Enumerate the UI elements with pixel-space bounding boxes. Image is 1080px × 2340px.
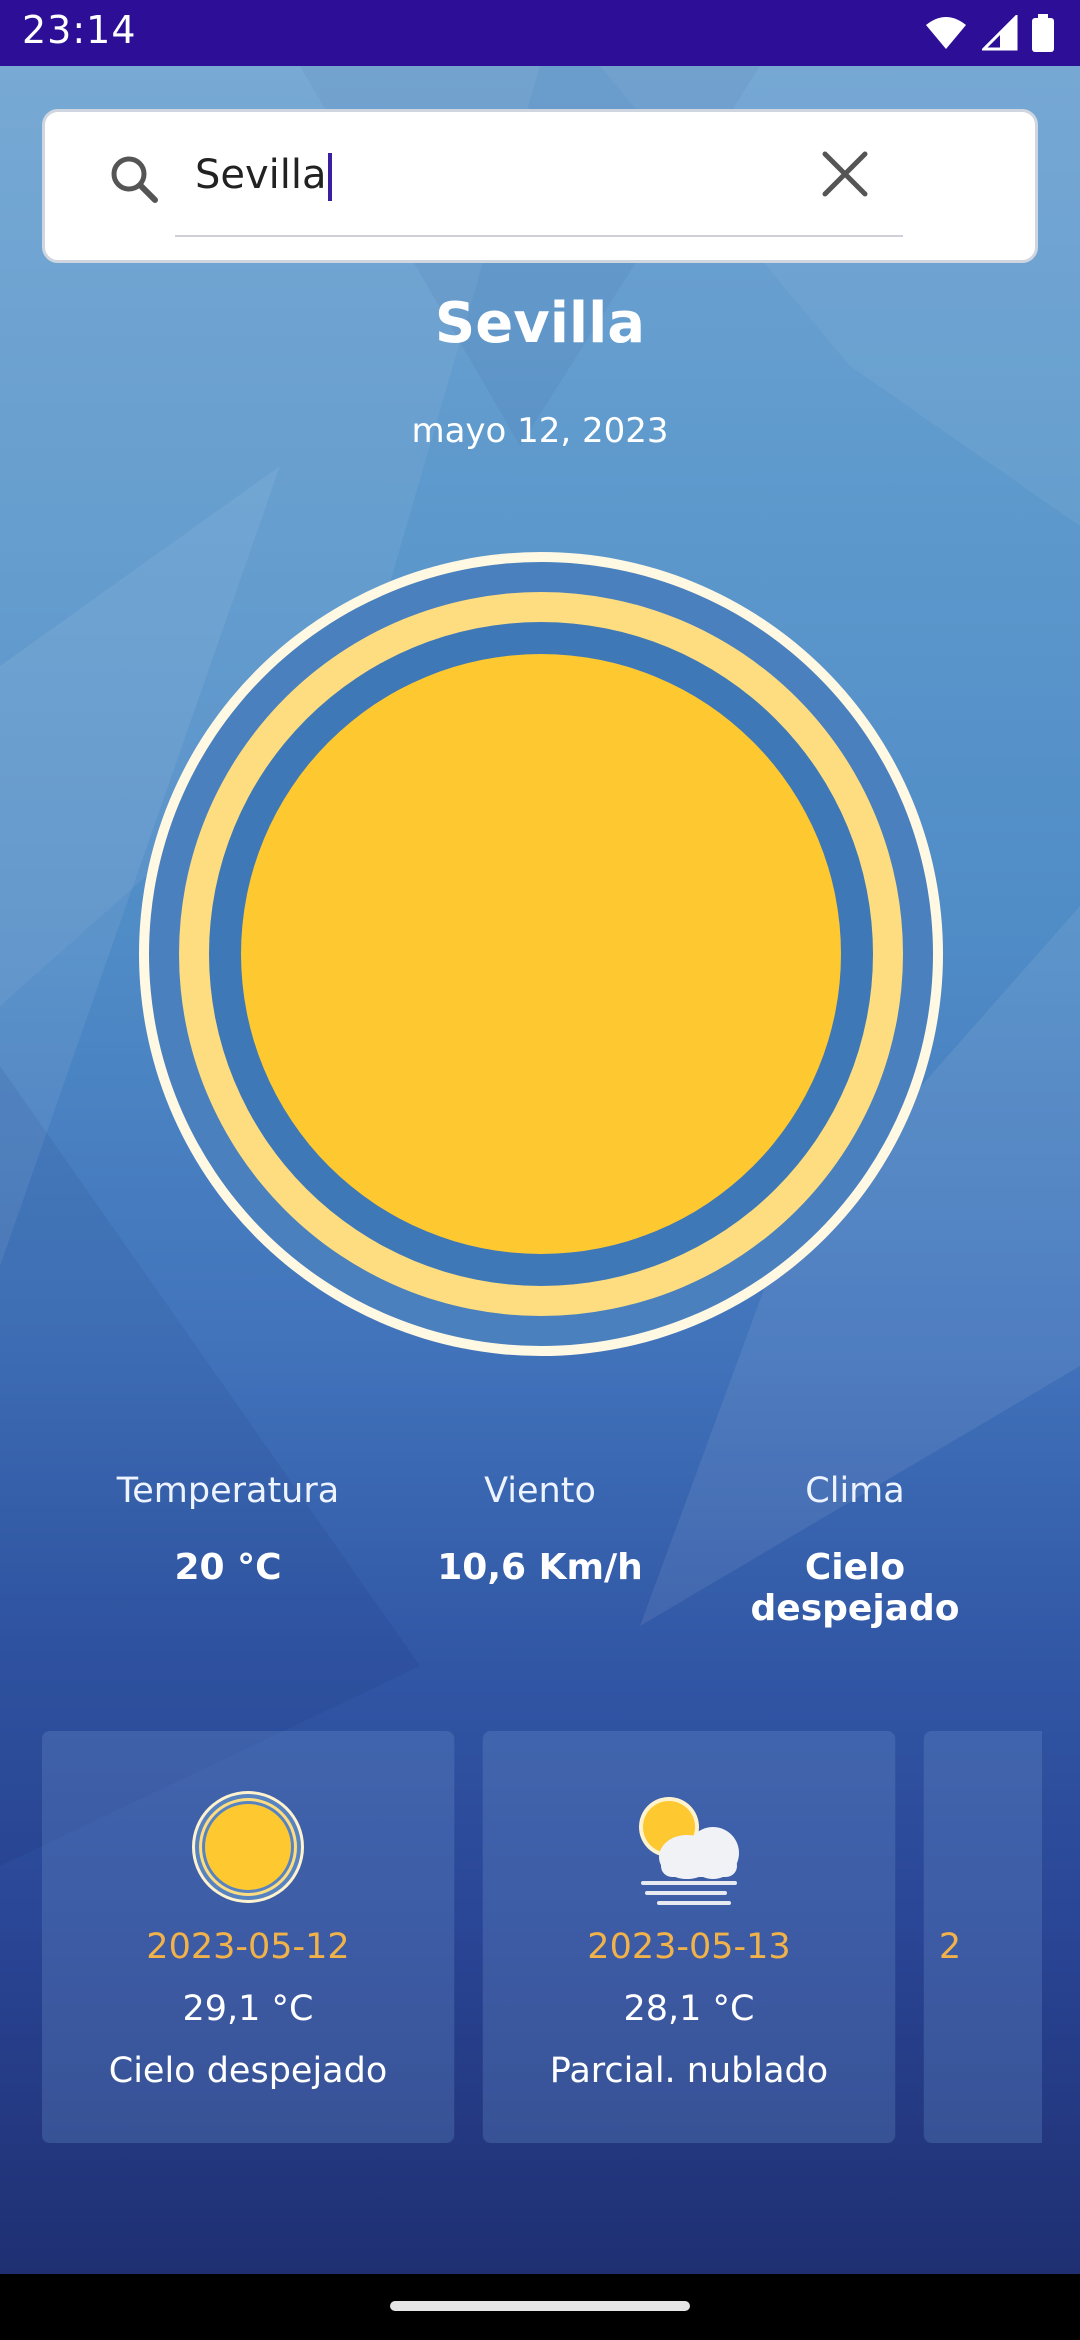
sun-icon (139, 552, 943, 1356)
forecast-temp: 28,1 °C (623, 1989, 755, 2029)
forecast-card-partial[interactable]: 2 (924, 1731, 1042, 2143)
current-stats: Temperatura 20 °C Viento 10,6 Km/h Clima… (0, 1471, 1080, 1629)
forecast-description: Cielo despejado (108, 2051, 388, 2091)
text-caret (327, 153, 332, 201)
search-icon[interactable] (105, 150, 165, 210)
weather-screen: Sevilla Sevilla mayo 12, 2023 Temperatur… (0, 66, 1080, 2274)
battery-icon (1032, 14, 1054, 52)
forecast-date: 2023-05-12 (146, 1927, 350, 1967)
wind-label: Viento (484, 1471, 596, 1511)
search-bar: Sevilla (42, 109, 1038, 263)
close-icon[interactable] (815, 144, 875, 204)
temperature-value: 20 °C (174, 1547, 282, 1588)
search-underline (175, 235, 903, 237)
weather-value: Cielo despejado (750, 1547, 960, 1629)
wind-value: 10,6 Km/h (437, 1547, 643, 1588)
search-input[interactable]: Sevilla (195, 140, 745, 210)
partly-cloudy-icon (639, 1797, 739, 1905)
city-title: Sevilla (434, 291, 646, 356)
sun-icon (192, 1791, 304, 1903)
temperature-stat: Temperatura 20 °C (68, 1471, 388, 1588)
wifi-icon (926, 17, 966, 49)
cell-signal-icon (982, 15, 1018, 51)
forecast-description: Parcial. nublado (549, 2051, 829, 2091)
current-date: mayo 12, 2023 (411, 411, 669, 451)
forecast-temp: 29,1 °C (182, 1989, 314, 2029)
weather-stat: Clima Cielo despejado (695, 1471, 1015, 1629)
navigation-bar (0, 2274, 1080, 2340)
status-icons (924, 12, 1054, 54)
status-time: 23:14 (22, 8, 137, 52)
status-bar: 23:14 (0, 0, 1080, 66)
search-input-text: Sevilla (195, 152, 327, 198)
forecast-list[interactable]: 2023-05-12 29,1 °C Cielo despejado 2023-… (42, 1731, 1042, 2143)
temperature-label: Temperatura (116, 1471, 340, 1511)
wind-stat: Viento 10,6 Km/h (380, 1471, 700, 1588)
forecast-card[interactable]: 2023-05-12 29,1 °C Cielo despejado (42, 1731, 454, 2143)
weather-label: Clima (805, 1471, 905, 1511)
home-gesture-handle[interactable] (390, 2301, 690, 2311)
forecast-date: 2 (938, 1927, 962, 1967)
